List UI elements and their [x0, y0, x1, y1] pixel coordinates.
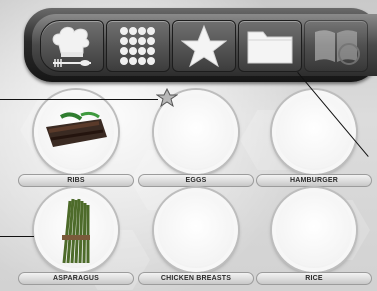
plate	[34, 188, 118, 272]
asparagus-image	[62, 198, 90, 264]
folder-tab[interactable]	[238, 20, 302, 72]
plate	[272, 90, 356, 174]
ribs-image	[46, 111, 107, 147]
recipe-item-rice[interactable]: RICE	[256, 188, 372, 291]
plate	[272, 188, 356, 272]
small-star-icon[interactable]	[156, 88, 178, 108]
plate	[34, 90, 118, 174]
recipe-item-hamburger[interactable]: HAMBURGER	[256, 90, 372, 200]
item-label: EGGS	[138, 174, 254, 187]
toolbar	[24, 8, 377, 82]
favorites-tab[interactable]	[172, 20, 236, 72]
plate	[154, 188, 238, 272]
cookbook-tab[interactable]	[304, 20, 368, 72]
item-label: RICE	[256, 272, 372, 285]
item-label: HAMBURGER	[256, 174, 372, 187]
item-label: CHICKEN BREASTS	[138, 272, 254, 285]
recipe-item-ribs[interactable]: RIBS	[18, 90, 134, 200]
chef-hat-icon	[52, 26, 91, 67]
recipes-tab[interactable]	[40, 20, 104, 72]
recipe-item-asparagus[interactable]: ASPARAGUS	[18, 188, 134, 291]
keypad-icon	[120, 27, 155, 65]
item-label: ASPARAGUS	[18, 272, 134, 285]
app-screen: RIBS EGGS HAMBURGER ASPARAGUS CHICKEN BR…	[0, 0, 377, 291]
keypad-tab[interactable]	[106, 20, 170, 72]
recipe-item-chicken-breasts[interactable]: CHICKEN BREASTS	[138, 188, 254, 291]
star-icon	[181, 24, 227, 68]
recipe-item-eggs[interactable]: EGGS	[138, 90, 254, 200]
cookbook-icon	[315, 30, 360, 65]
item-label: RIBS	[18, 174, 134, 187]
folder-icon	[247, 31, 293, 64]
callout-line	[0, 99, 158, 100]
callout-line	[0, 236, 34, 237]
